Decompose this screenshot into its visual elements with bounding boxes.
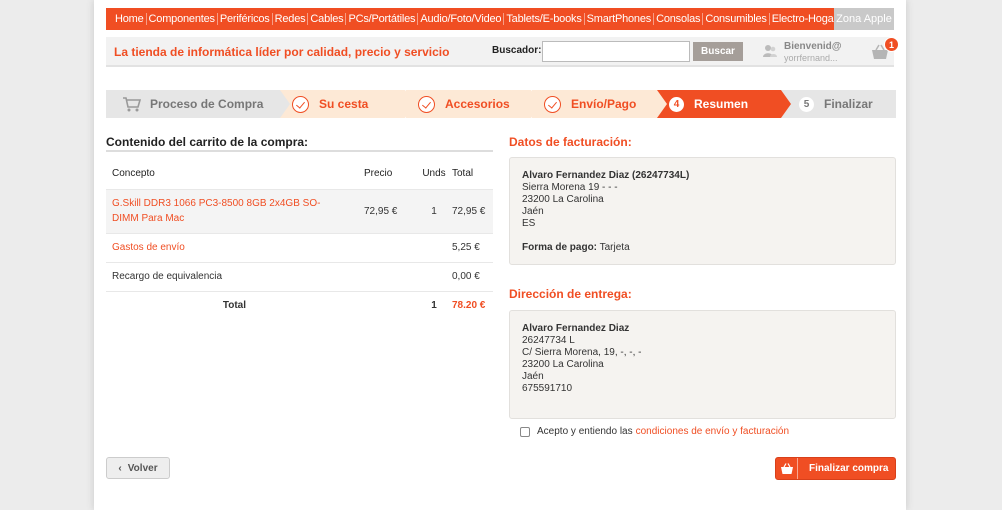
shipping-total: 5,25 € xyxy=(448,232,493,262)
nav-audio-foto-video[interactable]: Audio/Foto/Video xyxy=(417,13,503,25)
cart-count-badge: 1 xyxy=(884,37,899,52)
delivery-id: 26247734 L xyxy=(522,335,575,346)
terms-text: Acepto y entiendo las xyxy=(537,426,633,437)
step-arrow xyxy=(781,90,791,118)
table-row: Recargo de equivalencia 0,00 € xyxy=(106,261,493,291)
billing-name: Alvaro Fernandez Diaz (26247734L) xyxy=(522,170,690,181)
total-label: Total xyxy=(106,290,364,319)
nav-tablets-ebooks[interactable]: Tablets/E-books xyxy=(503,13,583,25)
delivery-phone: 675591710 xyxy=(522,383,573,394)
search-input[interactable] xyxy=(542,41,690,62)
step-resumen-number: 4 xyxy=(669,96,684,112)
user-account[interactable]: Bienvenid@ yorrfernand... xyxy=(760,40,870,64)
step-su-cesta-label: Su cesta xyxy=(319,97,369,111)
billing-title: Datos de facturación: xyxy=(509,135,632,149)
step-accesorios[interactable]: Accesorios xyxy=(405,90,541,118)
total-row: Total 1 78.20 € xyxy=(106,290,493,319)
search-button[interactable]: Buscar xyxy=(693,42,743,61)
item-concept-link[interactable]: G.Skill DDR3 1066 PC3-8500 8GB 2x4GB SO-… xyxy=(106,188,364,233)
nav-redes[interactable]: Redes xyxy=(271,13,308,25)
header-bar: La tienda de informática líder por calid… xyxy=(106,37,899,67)
terms-checkbox[interactable] xyxy=(520,426,530,437)
step-arrow xyxy=(657,90,667,118)
nav-electro-hogar[interactable]: Electro-Hogar xyxy=(768,13,839,25)
main-nav: Home Componentes Periféricos Redes Cable… xyxy=(106,8,894,30)
delivery-city: 23200 La Carolina xyxy=(522,359,604,370)
col-concept: Concepto xyxy=(106,150,364,189)
cart-table: Concepto Precio Unds Total G.Skill DDR3 … xyxy=(106,150,493,319)
back-button[interactable]: ‹ Volver xyxy=(106,457,170,479)
step-process-label: Proceso de Compra xyxy=(150,97,264,111)
step-envio-pago-label: Envío/Pago xyxy=(571,97,637,111)
billing-street: Sierra Morena 19 - - - xyxy=(522,182,618,193)
check-icon xyxy=(418,95,435,113)
step-su-cesta[interactable]: Su cesta xyxy=(280,90,415,118)
back-button-label: Volver xyxy=(127,462,158,474)
step-finalizar-number: 5 xyxy=(799,96,814,112)
payment-label: Forma de pago: xyxy=(522,242,598,253)
nav-cables[interactable]: Cables xyxy=(307,13,345,25)
billing-city: 23200 La Carolina xyxy=(522,194,604,205)
item-total: 72,95 € xyxy=(448,188,493,233)
billing-box: Alvaro Fernandez Diaz (26247734L) Sierra… xyxy=(509,157,896,265)
basket-icon xyxy=(776,458,798,479)
step-resumen-label: Resumen xyxy=(694,97,749,111)
nav-perifericos[interactable]: Periféricos xyxy=(216,13,272,25)
step-finalizar-label: Finalizar xyxy=(824,97,873,111)
step-arrow xyxy=(280,90,290,118)
terms-acceptance: Acepto y entiendo las condiciones de env… xyxy=(520,426,789,437)
step-finalizar: 5 Finalizar xyxy=(781,90,896,118)
nav-consumibles[interactable]: Consumibles xyxy=(702,13,768,25)
checkout-steps: Proceso de Compra Su cesta Accesorios En… xyxy=(106,90,896,118)
col-price: Precio xyxy=(364,150,420,189)
shopping-cart-icon xyxy=(123,97,142,112)
user-icon xyxy=(763,45,777,57)
chevron-left-icon: ‹ xyxy=(118,462,122,474)
nav-consolas[interactable]: Consolas xyxy=(653,13,702,25)
col-total: Total xyxy=(448,150,493,189)
item-price: 72,95 € xyxy=(364,188,420,233)
page-container: Home Componentes Periféricos Redes Cable… xyxy=(94,0,906,510)
col-units: Unds xyxy=(420,150,448,189)
step-envio-pago[interactable]: Envío/Pago xyxy=(531,90,667,118)
check-icon xyxy=(544,95,561,113)
payment-value: Tarjeta xyxy=(599,242,630,253)
terms-link[interactable]: condiciones de envío y facturación xyxy=(636,426,789,437)
payment-method: Forma de pago: Tarjeta xyxy=(522,242,883,254)
table-row: Gastos de envío 5,25 € xyxy=(106,232,493,262)
step-accesorios-label: Accesorios xyxy=(445,97,510,111)
delivery-street: C/ Sierra Morena, 19, -, -, - xyxy=(522,347,642,358)
user-name: yorrfernand... xyxy=(784,53,838,63)
surcharge-total: 0,00 € xyxy=(448,261,493,291)
nav-smartphones[interactable]: SmartPhones xyxy=(583,13,653,25)
billing-country: ES xyxy=(522,218,536,229)
nav-componentes[interactable]: Componentes xyxy=(145,13,217,25)
finish-button-label: Finalizar compra xyxy=(809,463,889,474)
user-greeting: Bienvenid@ xyxy=(784,41,842,52)
step-arrow xyxy=(405,90,415,118)
surcharge-concept: Recargo de equivalencia xyxy=(106,261,364,291)
total-units: 1 xyxy=(420,290,448,319)
delivery-province: Jaén xyxy=(522,371,544,382)
nav-pcs-portatiles[interactable]: PCs/Portátiles xyxy=(345,13,417,25)
delivery-title: Dirección de entrega: xyxy=(509,287,632,301)
cart-header-row: Concepto Precio Unds Total xyxy=(106,150,493,189)
store-tagline: La tienda de informática líder por calid… xyxy=(114,45,450,59)
nav-zona-apple[interactable]: Zona Apple xyxy=(834,8,894,30)
total-amount: 78.20 € xyxy=(448,290,493,319)
item-units: 1 xyxy=(420,188,448,233)
nav-home[interactable]: Home xyxy=(113,13,146,25)
check-icon xyxy=(292,95,309,113)
billing-province: Jaén xyxy=(522,206,544,217)
cart-title: Contenido del carrito de la compra: xyxy=(106,135,309,149)
step-resumen: 4 Resumen xyxy=(657,90,791,118)
shipping-concept-link[interactable]: Gastos de envío xyxy=(106,232,364,262)
delivery-box: Alvaro Fernandez Diaz 26247734 L C/ Sier… xyxy=(509,310,896,419)
step-arrow xyxy=(531,90,541,118)
table-row: G.Skill DDR3 1066 PC3-8500 8GB 2x4GB SO-… xyxy=(106,188,493,233)
step-process: Proceso de Compra xyxy=(106,90,290,118)
finish-purchase-button[interactable]: Finalizar compra xyxy=(775,457,896,480)
search-label: Buscador: xyxy=(492,45,542,56)
delivery-name: Alvaro Fernandez Diaz xyxy=(522,323,630,334)
